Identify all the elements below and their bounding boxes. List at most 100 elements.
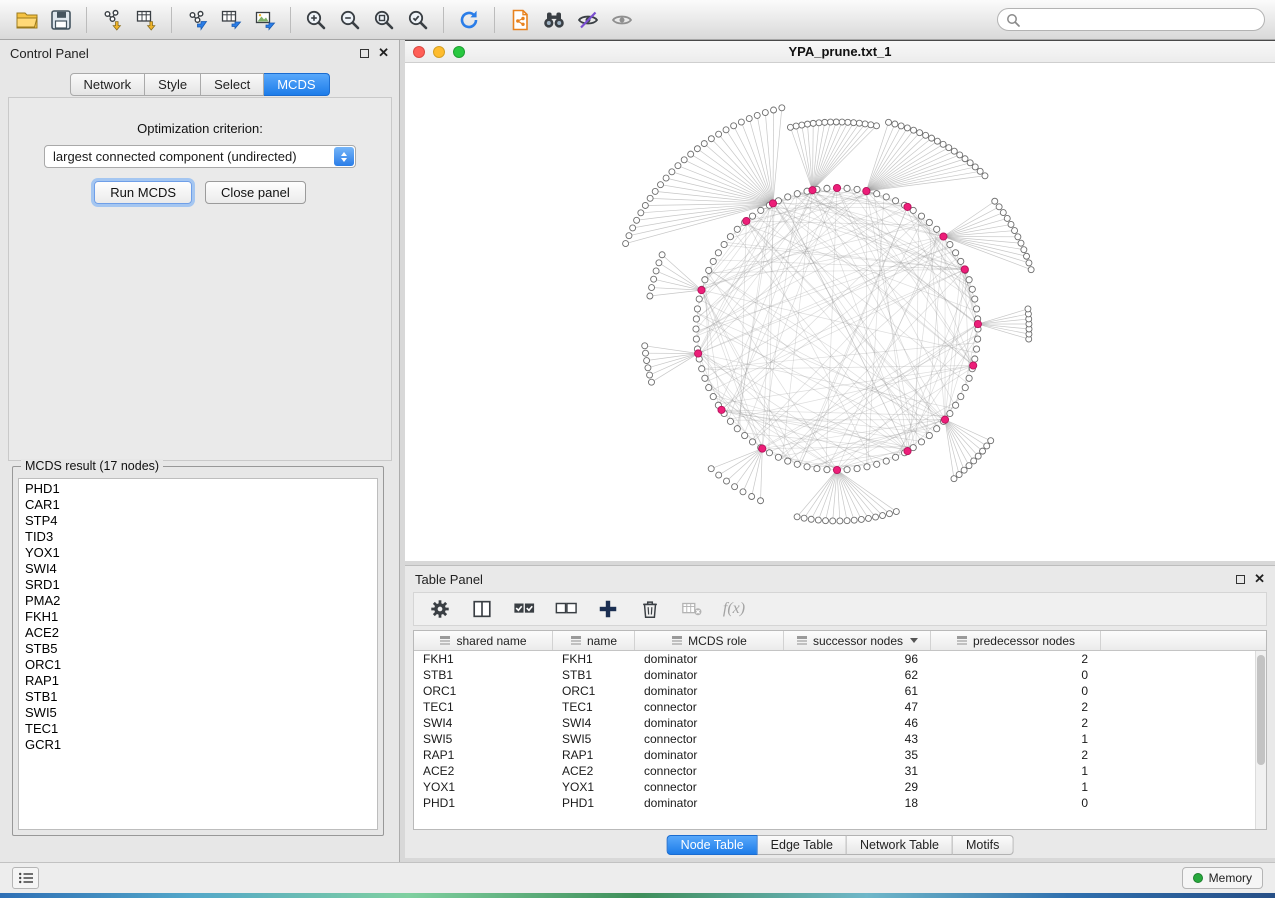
open-file-button[interactable] (10, 4, 44, 36)
mcds-result-item[interactable]: PMA2 (19, 593, 377, 609)
table-cell[interactable]: connector (635, 731, 784, 747)
import-table-button[interactable] (129, 4, 163, 36)
table-cell[interactable]: 35 (784, 747, 931, 763)
maximize-window-icon[interactable] (453, 46, 465, 58)
table-row[interactable]: RAP1RAP1dominator352 (414, 747, 1266, 763)
table-row[interactable]: SWI5SWI5connector431 (414, 731, 1266, 747)
table-cell[interactable]: TEC1 (414, 699, 553, 715)
table-row[interactable]: FKH1FKH1dominator962 (414, 651, 1266, 667)
table-cell[interactable]: TEC1 (553, 699, 635, 715)
float-panel-button[interactable] (360, 49, 369, 58)
tab-motifs[interactable]: Motifs (953, 835, 1013, 855)
mcds-result-item[interactable]: TEC1 (19, 721, 377, 737)
table-cell[interactable]: ACE2 (414, 763, 553, 779)
criterion-dropdown[interactable]: largest connected component (undirected) (44, 145, 356, 168)
table-cell[interactable]: YOX1 (553, 779, 635, 795)
table-cell[interactable]: connector (635, 763, 784, 779)
table-row[interactable]: TEC1TEC1connector472 (414, 699, 1266, 715)
zoom-selected-button[interactable] (401, 4, 435, 36)
memory-button[interactable]: Memory (1182, 867, 1263, 889)
float-table-panel-button[interactable] (1236, 575, 1245, 584)
table-cell[interactable]: 43 (784, 731, 931, 747)
close-window-icon[interactable] (413, 46, 425, 58)
table-cell[interactable]: 29 (784, 779, 931, 795)
table-cell[interactable]: dominator (635, 683, 784, 699)
dropdown-stepper-icon[interactable] (334, 147, 354, 166)
network-window-titlebar[interactable]: YPA_prune.txt_1 (405, 41, 1275, 63)
tab-network-table[interactable]: Network Table (847, 835, 953, 855)
table-cell[interactable]: RAP1 (414, 747, 553, 763)
table-scrollbar[interactable] (1255, 651, 1266, 829)
zoom-fit-button[interactable] (367, 4, 401, 36)
table-cell[interactable]: connector (635, 779, 784, 795)
table-cell[interactable]: PHD1 (553, 795, 635, 811)
tab-network[interactable]: Network (69, 73, 145, 96)
function-builder-button[interactable]: f(x) (722, 597, 746, 621)
mcds-result-list[interactable]: PHD1CAR1STP4TID3YOX1SWI4SRD1PMA2FKH1ACE2… (18, 478, 378, 830)
table-cell[interactable]: 0 (931, 683, 1101, 699)
table-cell[interactable]: PHD1 (414, 795, 553, 811)
table-cell[interactable]: connector (635, 699, 784, 715)
show-view-button[interactable] (605, 4, 639, 36)
export-image-button[interactable] (248, 4, 282, 36)
delete-column-button[interactable] (638, 597, 662, 621)
table-cell[interactable]: ORC1 (414, 683, 553, 699)
export-table-button[interactable] (214, 4, 248, 36)
mcds-result-item[interactable]: STP4 (19, 513, 377, 529)
import-network-button[interactable] (95, 4, 129, 36)
run-mcds-button[interactable]: Run MCDS (94, 181, 192, 204)
table-cell[interactable]: 96 (784, 651, 931, 667)
mcds-result-item[interactable]: CAR1 (19, 497, 377, 513)
mcds-result-item[interactable]: PHD1 (19, 481, 377, 497)
mcds-result-item[interactable]: STB1 (19, 689, 377, 705)
toggle-annotations-button[interactable] (571, 4, 605, 36)
minimize-window-icon[interactable] (433, 46, 445, 58)
delete-table-button[interactable] (680, 597, 704, 621)
network-graph[interactable] (405, 63, 1275, 561)
table-cell[interactable]: dominator (635, 715, 784, 731)
column-header-predecessor-nodes[interactable]: predecessor nodes (931, 631, 1101, 650)
table-cell[interactable]: 2 (931, 715, 1101, 731)
table-cell[interactable]: SWI5 (553, 731, 635, 747)
mcds-result-item[interactable]: SRD1 (19, 577, 377, 593)
close-panel-button[interactable]: ✕ (378, 48, 389, 58)
table-cell[interactable]: YOX1 (414, 779, 553, 795)
table-cell[interactable]: SWI5 (414, 731, 553, 747)
apply-layout-button[interactable] (452, 4, 486, 36)
table-cell[interactable]: 1 (931, 779, 1101, 795)
table-cell[interactable]: SWI4 (553, 715, 635, 731)
mcds-result-item[interactable]: TID3 (19, 529, 377, 545)
table-cell[interactable]: 46 (784, 715, 931, 731)
table-cell[interactable]: 0 (931, 795, 1101, 811)
table-cell[interactable]: STB1 (414, 667, 553, 683)
close-panel-action-button[interactable]: Close panel (205, 181, 306, 204)
network-canvas[interactable] (405, 63, 1275, 561)
table-cell[interactable]: 2 (931, 747, 1101, 763)
column-header-name[interactable]: name (553, 631, 635, 650)
tab-node-table[interactable]: Node Table (667, 835, 758, 855)
table-cell[interactable]: ACE2 (553, 763, 635, 779)
tab-edge-table[interactable]: Edge Table (758, 835, 847, 855)
search-box[interactable] (997, 8, 1265, 31)
mcds-result-item[interactable]: RAP1 (19, 673, 377, 689)
table-cell[interactable]: SWI4 (414, 715, 553, 731)
search-network-button[interactable] (537, 4, 571, 36)
select-all-button[interactable] (512, 597, 536, 621)
share-document-button[interactable] (503, 4, 537, 36)
show-columns-button[interactable] (470, 597, 494, 621)
save-session-button[interactable] (44, 4, 78, 36)
tab-mcds[interactable]: MCDS (264, 73, 329, 96)
table-cell[interactable]: ORC1 (553, 683, 635, 699)
table-cell[interactable]: 62 (784, 667, 931, 683)
mcds-result-item[interactable]: GCR1 (19, 737, 377, 753)
table-row[interactable]: SWI4SWI4dominator462 (414, 715, 1266, 731)
table-cell[interactable]: RAP1 (553, 747, 635, 763)
table-cell[interactable]: STB1 (553, 667, 635, 683)
mcds-result-item[interactable]: SWI4 (19, 561, 377, 577)
mcds-result-item[interactable]: YOX1 (19, 545, 377, 561)
mcds-result-item[interactable]: SWI5 (19, 705, 377, 721)
table-cell[interactable]: 1 (931, 731, 1101, 747)
deselect-all-button[interactable] (554, 597, 578, 621)
table-cell[interactable]: 61 (784, 683, 931, 699)
table-cell[interactable]: 2 (931, 699, 1101, 715)
